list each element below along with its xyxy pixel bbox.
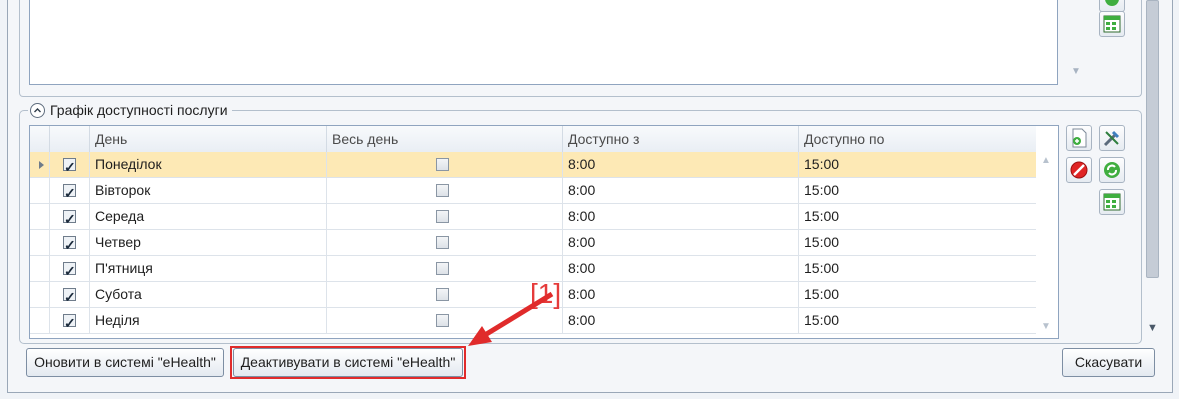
scroll-down-arrow-icon[interactable]: ▼ bbox=[1147, 322, 1158, 334]
from-cell[interactable]: 8:00 bbox=[563, 152, 799, 177]
column-header-to[interactable]: Доступно по bbox=[799, 126, 1036, 152]
to-cell[interactable]: 15:00 bbox=[799, 230, 1036, 255]
scroll-down-arrow-icon[interactable]: ▼ bbox=[1070, 66, 1082, 78]
to-cell[interactable]: 15:00 bbox=[799, 282, 1036, 307]
row-indicator-cell bbox=[30, 152, 50, 177]
from-cell[interactable]: 8:00 bbox=[563, 178, 799, 203]
enabled-checkbox[interactable] bbox=[63, 285, 76, 310]
from-cell[interactable]: 8:00 bbox=[563, 308, 799, 333]
all-day-cell[interactable] bbox=[327, 204, 563, 229]
to-cell[interactable]: 15:00 bbox=[799, 256, 1036, 281]
grid-scrollbar[interactable]: ▲ ▼ bbox=[1036, 152, 1056, 337]
schedule-group-header: Графік доступності послуги bbox=[28, 101, 232, 119]
enabled-cell[interactable] bbox=[50, 282, 90, 310]
enabled-cell[interactable] bbox=[50, 230, 90, 258]
enabled-checkbox[interactable] bbox=[63, 233, 76, 258]
delete-icon[interactable] bbox=[1066, 157, 1092, 183]
enabled-checkbox[interactable] bbox=[63, 311, 76, 336]
cancel-button[interactable]: Скасувати bbox=[1062, 348, 1155, 377]
table-row[interactable]: Вівторок 8:0015:00 bbox=[30, 178, 1036, 206]
save-grid-icon[interactable] bbox=[1099, 189, 1125, 215]
all-day-cell[interactable] bbox=[327, 256, 563, 281]
table-row[interactable]: Четвер 8:0015:00 bbox=[30, 230, 1036, 258]
enabled-checkbox[interactable] bbox=[63, 181, 76, 206]
enabled-cell[interactable] bbox=[50, 178, 90, 206]
all-day-checkbox[interactable] bbox=[436, 236, 449, 249]
column-header-day[interactable]: День bbox=[90, 126, 327, 152]
enabled-cell[interactable] bbox=[50, 152, 90, 180]
from-cell[interactable]: 8:00 bbox=[563, 204, 799, 229]
outer-scroll-thumb[interactable] bbox=[1146, 0, 1159, 278]
all-day-checkbox[interactable] bbox=[436, 314, 449, 327]
annotation-highlight-box bbox=[230, 346, 466, 379]
outer-scrollbar[interactable]: ▼ bbox=[1143, 0, 1163, 340]
day-cell[interactable]: Вівторок bbox=[90, 178, 327, 203]
to-cell[interactable]: 15:00 bbox=[799, 204, 1036, 229]
table-row[interactable]: Середа 8:0015:00 bbox=[30, 204, 1036, 232]
all-day-checkbox[interactable] bbox=[436, 184, 449, 197]
refresh-green-icon[interactable] bbox=[1099, 157, 1125, 183]
enabled-checkbox[interactable] bbox=[63, 207, 76, 232]
day-cell[interactable]: Четвер bbox=[90, 230, 327, 255]
update-ehealth-button[interactable]: Оновити в системі "eHealth" bbox=[26, 348, 224, 377]
group-title: Графік доступності послуги bbox=[50, 102, 228, 118]
enabled-checkbox[interactable] bbox=[63, 155, 76, 180]
row-indicator-cell bbox=[30, 178, 50, 203]
all-day-checkbox[interactable] bbox=[436, 158, 449, 171]
scroll-down-arrow-icon[interactable]: ▼ bbox=[1040, 322, 1052, 332]
from-cell[interactable]: 8:00 bbox=[563, 256, 799, 281]
day-cell[interactable]: П'ятниця bbox=[90, 256, 327, 281]
all-day-checkbox[interactable] bbox=[436, 262, 449, 275]
enabled-cell[interactable] bbox=[50, 308, 90, 336]
add-document-icon[interactable] bbox=[1066, 125, 1092, 151]
day-cell[interactable]: Неділя bbox=[90, 308, 327, 333]
from-cell[interactable]: 8:00 bbox=[563, 230, 799, 255]
to-cell[interactable]: 15:00 bbox=[799, 178, 1036, 203]
to-cell[interactable]: 15:00 bbox=[799, 152, 1036, 177]
all-day-checkbox[interactable] bbox=[436, 288, 449, 301]
row-pointer-icon bbox=[39, 161, 44, 169]
all-day-checkbox[interactable] bbox=[436, 210, 449, 223]
enabled-cell[interactable] bbox=[50, 256, 90, 284]
all-day-cell[interactable] bbox=[327, 152, 563, 177]
to-cell[interactable]: 15:00 bbox=[799, 308, 1036, 333]
row-indicator-cell bbox=[30, 256, 50, 281]
day-cell[interactable]: Середа bbox=[90, 204, 327, 229]
day-cell[interactable]: Понеділок bbox=[90, 152, 327, 177]
save-grid-icon[interactable] bbox=[1099, 11, 1125, 37]
table-row[interactable]: Понеділок 8:0015:00 bbox=[30, 152, 1036, 180]
edit-tools-icon[interactable] bbox=[1099, 125, 1125, 151]
all-day-cell[interactable] bbox=[327, 230, 563, 255]
all-day-cell[interactable] bbox=[327, 178, 563, 203]
row-indicator-cell bbox=[30, 308, 50, 333]
enabled-checkbox[interactable] bbox=[63, 259, 76, 284]
grid-header: День Весь день Доступно з Доступно по bbox=[30, 126, 1036, 153]
collapse-up-icon[interactable] bbox=[30, 102, 45, 118]
scroll-up-arrow-icon[interactable]: ▲ bbox=[1040, 156, 1052, 166]
enabled-cell[interactable] bbox=[50, 204, 90, 232]
upper-list[interactable]: ▼ bbox=[29, 0, 1081, 85]
column-header-from[interactable]: Доступно з bbox=[563, 126, 799, 152]
row-indicator-cell bbox=[30, 230, 50, 255]
header-check-cell bbox=[50, 126, 90, 152]
row-indicator-cell bbox=[30, 204, 50, 229]
annotation-arrow-icon bbox=[468, 291, 554, 346]
column-header-all-day[interactable]: Весь день bbox=[327, 126, 563, 152]
from-cell[interactable]: 8:00 bbox=[563, 282, 799, 307]
row-indicator-cell bbox=[30, 282, 50, 307]
day-cell[interactable]: Субота bbox=[90, 282, 327, 307]
header-indicator-cell bbox=[30, 126, 50, 152]
